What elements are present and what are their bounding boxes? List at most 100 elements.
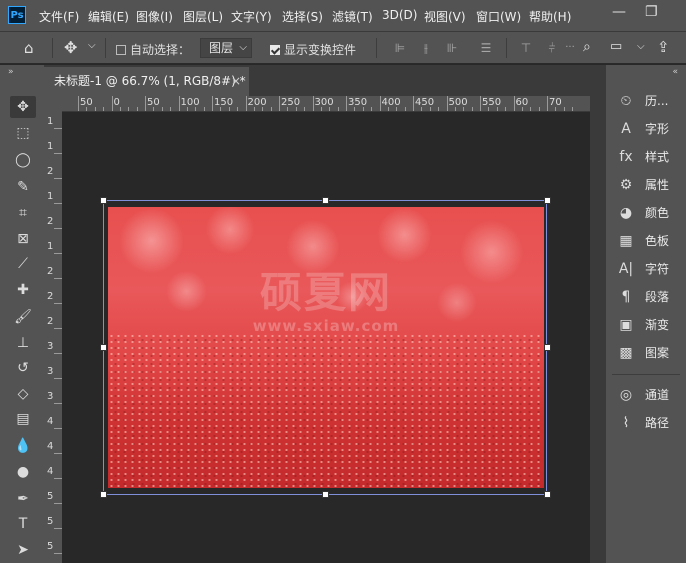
photoshop-logo[interactable]: Ps (8, 6, 26, 24)
ruler-minor-tick (396, 107, 398, 111)
type-tool[interactable]: T (10, 513, 36, 535)
panel-swatches[interactable]: ▦ 色板 (612, 229, 686, 253)
eyedropper-tool[interactable]: ⟋ (10, 253, 36, 275)
restore-icon[interactable]: ❐ (645, 4, 658, 20)
blur-tool[interactable]: 💧 (10, 435, 36, 457)
pen-tool[interactable]: ✒ (10, 488, 36, 510)
quick-selection-tool[interactable]: ✎ (10, 176, 36, 198)
expand-panels-icon[interactable]: « (672, 67, 678, 77)
menu-type[interactable]: 文字(Y) (231, 8, 272, 25)
auto-select-checkbox[interactable]: 自动选择： (116, 41, 190, 58)
menu-help[interactable]: 帮助(H) (529, 8, 571, 25)
dodge-tool[interactable]: ● (10, 461, 36, 483)
vertical-ruler[interactable]: 1 1 2 1 2 1 2 2 2 3 3 3 4 4 4 5 5 5 (44, 112, 62, 563)
gradient-tool[interactable]: ▤ (10, 408, 36, 430)
frame-tool[interactable]: ⊠ (10, 228, 36, 250)
show-transform-checkbox[interactable]: 显示变换控件 (270, 41, 356, 58)
align-top-icon[interactable]: ⊤ (519, 41, 533, 55)
workspace-icon[interactable]: ▭ (610, 39, 622, 54)
home-icon[interactable]: ⌂ (24, 39, 34, 57)
transform-handle-bottom-left[interactable] (100, 491, 107, 498)
checkbox-box[interactable] (116, 45, 126, 55)
transform-handle-top-right[interactable] (544, 197, 551, 204)
panel-glyphs[interactable]: A 字形 (612, 117, 686, 141)
panel-styles[interactable]: fx 样式 (612, 145, 686, 169)
ruler-minor-tick (555, 107, 557, 111)
chevron-down-icon[interactable]: ⌵ (88, 40, 96, 51)
path-selection-tool[interactable]: ➤ (10, 539, 36, 561)
lasso-tool[interactable]: ◯ (10, 149, 36, 171)
panel-history[interactable]: ⏲ 历... (612, 89, 686, 113)
panel-paths[interactable]: ⌇ 路径 (612, 411, 686, 435)
vertical-scrollbar[interactable] (590, 96, 606, 563)
align-center-icon[interactable]: ⫲ (419, 41, 433, 55)
align-left-icon[interactable]: ⊫ (393, 41, 407, 55)
ruler-minor-tick (404, 107, 406, 111)
transform-bounding-box[interactable] (103, 200, 547, 495)
healing-brush-tool[interactable]: ✚ (10, 279, 36, 301)
horizontal-ruler[interactable]: 50 0 50 100 150 200 250 300 350 400 450 500 550 60 70 (62, 96, 590, 112)
transform-handle-bottom-center[interactable] (322, 491, 329, 498)
menu-file[interactable]: 文件(F) (39, 8, 79, 25)
ruler-minor-tick (304, 107, 306, 111)
distribute-icon[interactable]: ☰ (479, 41, 493, 55)
panel-character[interactable]: A| 字符 (612, 257, 686, 281)
panel-paragraph[interactable]: ¶ 段落 (612, 285, 686, 309)
collapse-icon[interactable]: » (8, 67, 14, 77)
search-icon[interactable]: ⌕ (583, 39, 591, 55)
pen-icon: ✒ (17, 491, 29, 507)
menu-edit[interactable]: 编辑(E) (88, 8, 129, 25)
ruler-tick (54, 203, 62, 204)
ruler-tick (54, 453, 62, 454)
align-middle-icon[interactable]: ⫩ (545, 41, 559, 55)
transform-handle-top-center[interactable] (322, 197, 329, 204)
ruler-minor-tick (170, 107, 172, 111)
ruler-minor-tick (228, 107, 230, 111)
layer-dropdown[interactable]: 图层 ⌵ (200, 38, 252, 58)
ruler-label: 2 (47, 216, 54, 227)
crop-tool[interactable]: ⌗ (10, 202, 36, 224)
ruler-label: 200 (247, 97, 267, 108)
blur-icon: 💧 (14, 438, 32, 454)
more-options-icon[interactable]: ··· (563, 41, 577, 55)
align-right-icon[interactable]: ⊪ (445, 41, 459, 55)
gradients-icon: ▣ (619, 317, 633, 333)
panel-color[interactable]: ◕ 颜色 (612, 201, 686, 225)
ruler-tick (145, 96, 146, 111)
clone-stamp-tool[interactable]: ⊥ (10, 332, 36, 354)
transform-handle-middle-right[interactable] (544, 344, 551, 351)
eraser-tool[interactable]: ◇ (10, 383, 36, 405)
transform-handle-top-left[interactable] (100, 197, 107, 204)
menu-image[interactable]: 图像(I) (136, 8, 173, 25)
brush-tool[interactable]: 🖌 (10, 306, 36, 328)
menu-view[interactable]: 视图(V) (424, 8, 466, 25)
panel-properties[interactable]: ⚙ 属性 (612, 173, 686, 197)
ruler-label: 100 (180, 97, 200, 108)
close-icon[interactable]: × (231, 67, 241, 96)
ruler-tick (54, 153, 62, 154)
menu-window[interactable]: 窗口(W) (476, 8, 521, 25)
checkbox-box[interactable] (270, 45, 280, 55)
chevron-down-icon[interactable]: ⌵ (637, 41, 645, 52)
gradient-icon: ▤ (16, 411, 30, 427)
menu-filter[interactable]: 滤镜(T) (332, 8, 373, 25)
move-tool-preset-icon[interactable]: ✥ (64, 38, 77, 57)
transform-handle-middle-left[interactable] (100, 344, 107, 351)
minimize-icon[interactable]: — (612, 4, 626, 20)
ruler-label: 4 (47, 466, 54, 477)
panel-patterns[interactable]: ▩ 图案 (612, 341, 686, 365)
ruler-tick (54, 278, 62, 279)
marquee-tool[interactable]: ⬚ (10, 122, 36, 144)
divider (105, 38, 106, 58)
menu-layer[interactable]: 图层(L) (183, 8, 223, 25)
history-brush-tool[interactable]: ↺ (10, 357, 36, 379)
panel-gradients[interactable]: ▣ 渐变 (612, 313, 686, 337)
share-icon[interactable]: ⇪ (657, 38, 670, 56)
transform-handle-bottom-right[interactable] (544, 491, 551, 498)
document-tab[interactable]: 未标题-1 @ 66.7% (1, RGB/8#) * × (44, 67, 249, 96)
move-tool[interactable]: ✥ (10, 96, 36, 118)
menu-select[interactable]: 选择(S) (282, 8, 323, 25)
menu-3d[interactable]: 3D(D) (382, 8, 417, 22)
panel-channels[interactable]: ◎ 通道 (612, 383, 686, 407)
ruler-minor-tick (362, 107, 364, 111)
